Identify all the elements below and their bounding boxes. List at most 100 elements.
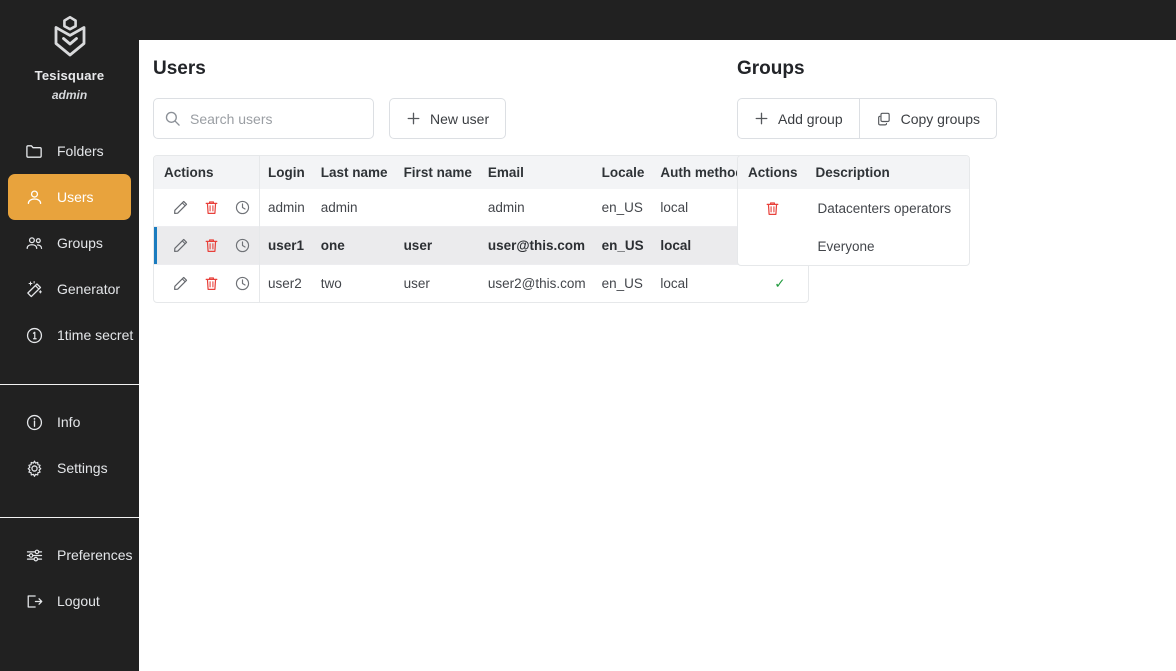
cell-group-description: Datacenters operators	[817, 201, 952, 216]
brand-name: Tesisquare	[34, 68, 105, 83]
add-group-button[interactable]: Add group	[737, 98, 859, 139]
search-users-box[interactable]	[153, 98, 374, 139]
groups-header-row: Actions Description	[738, 156, 970, 189]
cell-login: admin	[268, 200, 305, 215]
groups-table-head: Actions Description	[738, 156, 970, 189]
cell-login: user2	[259, 264, 313, 302]
table-row[interactable]: user2 two user user2@this.com en_US loca…	[154, 264, 809, 302]
groups-button-group: Add group Copy groups	[737, 98, 997, 139]
folder-icon	[24, 141, 44, 161]
cell-email: user@this.com	[479, 226, 594, 265]
sidebar-item-label: Generator	[57, 281, 121, 297]
delete-trash-icon[interactable]	[203, 237, 220, 254]
table-row[interactable]: Datacenters operators	[738, 189, 969, 228]
edit-pencil-icon[interactable]	[172, 237, 189, 254]
sidebar-divider-1	[0, 384, 139, 385]
plus-icon	[406, 111, 421, 126]
cell-locale: en_US	[601, 200, 643, 215]
cell-group-description: Everyone	[817, 239, 875, 254]
sidebar-item-preferences[interactable]: Preferences	[8, 532, 133, 578]
cell-last-name: one	[312, 226, 396, 265]
groups-table: Actions Description Datacenters operator…	[738, 156, 970, 265]
sidebar-item-settings[interactable]: Settings	[8, 445, 131, 491]
history-clock-icon[interactable]	[234, 275, 251, 292]
users-icon	[24, 233, 44, 253]
col-email: Email	[479, 156, 594, 189]
group-actions-cell	[738, 228, 808, 265]
copy-icon	[876, 111, 892, 127]
groups-title: Groups	[737, 58, 805, 79]
brand-block: Tesisquare admin	[0, 0, 139, 102]
logout-icon	[24, 591, 44, 611]
sidebar-nav-system: Info Settings	[0, 399, 139, 491]
delete-trash-icon[interactable]	[203, 199, 220, 216]
sidebar-item-logout[interactable]: Logout	[8, 578, 131, 624]
table-row[interactable]: admin admin admin en_US local ✓	[154, 189, 808, 227]
sidebar-item-folders[interactable]: Folders	[8, 128, 131, 174]
history-clock-icon[interactable]	[234, 237, 251, 254]
sidebar-item-label: Folders	[57, 143, 104, 159]
brand-role: admin	[51, 88, 88, 102]
edit-pencil-icon[interactable]	[172, 199, 189, 216]
sidebar-item-generator[interactable]: Generator	[8, 266, 131, 312]
sidebar-item-1time-secret[interactable]: 1time secret	[8, 312, 133, 358]
row-actions-cell	[154, 226, 260, 265]
cell-first-name: user	[395, 264, 480, 302]
col-actions: Actions	[154, 156, 260, 189]
col-locale: Locale	[593, 156, 653, 189]
cell-email: user2@this.com	[479, 264, 594, 302]
sidebar-divider-2	[0, 517, 139, 518]
cell-first-name: user	[395, 226, 480, 265]
col-first-name: First name	[395, 156, 480, 189]
add-group-button-label: Add group	[778, 110, 843, 127]
users-header-row: Actions Login Last name First name Email…	[154, 156, 809, 189]
cell-locale: en_US	[593, 226, 653, 265]
delete-trash-icon[interactable]	[748, 200, 798, 217]
col-last-name: Last name	[312, 156, 396, 189]
col-login: Login	[259, 156, 313, 189]
gear-icon	[24, 458, 44, 478]
shield-chevron-logo-icon	[54, 15, 85, 57]
table-row[interactable]: user1 one user user@this.com en_US local…	[154, 226, 809, 265]
sidebar-item-label: Preferences	[57, 547, 133, 563]
row-actions-cell	[154, 189, 260, 227]
circle-one-icon	[24, 325, 44, 345]
groups-table-body: Datacenters operators Everyone	[738, 189, 969, 265]
copy-groups-button-label: Copy groups	[900, 110, 980, 127]
copy-groups-button[interactable]: Copy groups	[858, 98, 997, 139]
table-row[interactable]: Everyone	[738, 228, 969, 265]
new-user-button[interactable]: New user	[389, 98, 507, 139]
groups-panel: Groups Add group Copy groups Actions Des…	[737, 40, 1037, 271]
sidebar-nav-main: Folders Users Groups Generator 1time sec…	[0, 128, 139, 358]
sidebar-item-label: Groups	[57, 235, 103, 251]
row-actions-cell	[154, 264, 260, 302]
col-group-description: Description	[807, 156, 970, 189]
users-title: Users	[153, 58, 206, 79]
edit-pencil-icon[interactable]	[172, 275, 189, 292]
cell-locale: en_US	[593, 264, 653, 302]
users-toolbar: New user	[153, 98, 738, 139]
users-table-body: admin admin admin en_US local ✓	[154, 189, 809, 302]
cell-last-name: admin	[320, 200, 358, 215]
users-table-container: Actions Login Last name First name Email…	[153, 155, 810, 303]
cell-login: user1	[259, 226, 313, 265]
sidebar-item-label: Users	[57, 189, 94, 205]
search-icon	[164, 110, 181, 127]
user-icon	[24, 187, 44, 207]
sidebar-nav-preferences: Preferences Logout	[0, 532, 139, 624]
groups-table-container: Actions Description Datacenters operator…	[737, 155, 971, 266]
history-clock-icon[interactable]	[234, 199, 251, 216]
app-logo	[0, 14, 139, 60]
users-table: Actions Login Last name First name Email…	[154, 156, 809, 302]
groups-toolbar: Add group Copy groups	[737, 98, 1037, 139]
delete-trash-icon[interactable]	[203, 275, 220, 292]
sidebar-item-groups[interactable]: Groups	[8, 220, 131, 266]
sidebar-item-info[interactable]: Info	[8, 399, 131, 445]
sidebar-item-users[interactable]: Users	[8, 174, 131, 220]
group-actions-cell	[738, 189, 808, 228]
plus-icon	[754, 111, 769, 126]
sidebar-item-label: Settings	[57, 460, 108, 476]
search-input[interactable]	[190, 110, 363, 127]
users-panel: Users New user	[153, 40, 810, 308]
top-bar	[0, 0, 1176, 40]
